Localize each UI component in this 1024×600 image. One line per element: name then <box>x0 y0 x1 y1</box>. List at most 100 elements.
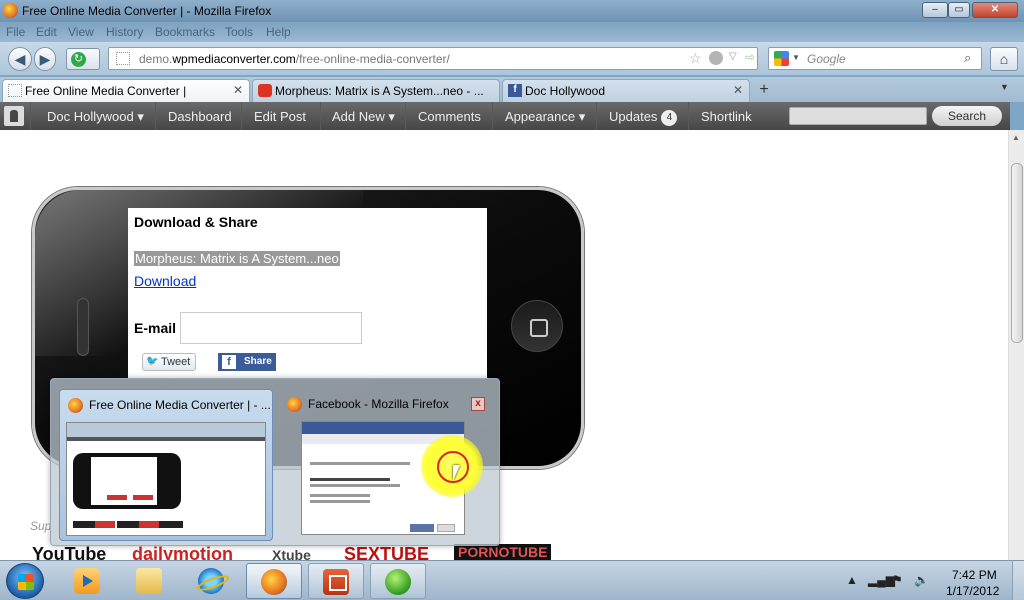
reload-icon: ↻ <box>71 52 86 67</box>
preview-title: Free Online Media Converter | - ... <box>89 398 271 412</box>
taskbar-firefox[interactable] <box>246 563 302 599</box>
close-tab-icon[interactable]: ✕ <box>233 83 243 97</box>
search-box[interactable]: ▼ Google ⌕ <box>768 47 982 70</box>
go-arrow-icon[interactable]: ⇨ <box>745 50 755 64</box>
mini-line <box>310 484 400 487</box>
preview-title: Facebook - Mozilla Firefox <box>308 397 449 411</box>
clock-time[interactable]: 7:42 PM <box>952 568 997 582</box>
sextube-logo: SEXTUBE <box>344 544 430 560</box>
taskbar-internet-explorer[interactable] <box>184 563 240 599</box>
reload-button[interactable]: ↻ <box>66 48 100 70</box>
scrollbar-thumb[interactable] <box>1011 163 1023 343</box>
tweet-button[interactable]: Tweet <box>142 353 196 371</box>
magnifier-icon[interactable]: ⌕ <box>964 50 971 66</box>
mini-toolbar <box>67 423 265 437</box>
email-label: E-mail <box>134 320 177 336</box>
tab-strip: Free Online Media Converter | ✕ Morpheus… <box>0 77 1024 102</box>
adminbar-search-input[interactable] <box>789 107 927 125</box>
youtube-logo: YouTube <box>32 544 107 560</box>
list-all-tabs-icon[interactable]: ▼ <box>1000 82 1009 92</box>
menu-file[interactable]: File <box>6 25 25 39</box>
window-title-bar: Free Online Media Converter | - Mozilla … <box>0 0 1024 22</box>
adminbar-updates[interactable]: Updates 4 <box>609 109 678 126</box>
search-placeholder[interactable]: Google <box>807 52 846 66</box>
taskbar-explorer[interactable] <box>122 563 178 599</box>
mini-adminbar <box>67 437 265 441</box>
back-button[interactable]: ◀ <box>8 47 32 71</box>
download-link[interactable]: Download <box>134 273 196 289</box>
new-tab-button[interactable]: + <box>752 81 776 101</box>
close-tab-icon[interactable]: ✕ <box>733 83 743 97</box>
adminbar-appearance[interactable]: Appearance ▾ <box>505 109 585 125</box>
pornotube-logo: PORNOTUBE <box>454 544 552 560</box>
tab-morpheus[interactable]: Morpheus: Matrix is A System...neo - ... <box>252 79 500 102</box>
mini-fb-header <box>302 422 464 434</box>
menu-help[interactable]: Help <box>266 25 291 39</box>
firefox-icon <box>261 569 287 595</box>
url-text[interactable]: demo.wpmediaconverter.com/free-online-me… <box>139 52 450 66</box>
vertical-scrollbar[interactable]: ▲ <box>1008 130 1024 560</box>
scroll-up-arrow-icon[interactable]: ▲ <box>1012 133 1020 142</box>
preview-window-media-converter[interactable]: Free Online Media Converter | - ... <box>59 389 273 541</box>
taskbar-powerpoint[interactable] <box>308 563 364 599</box>
menu-view[interactable]: View <box>68 25 94 39</box>
mini-line <box>310 478 390 481</box>
minimize-button[interactable]: – <box>922 2 948 18</box>
network-icon[interactable]: ▂▄▆ <box>868 573 895 587</box>
divider <box>320 102 321 130</box>
action-center-flag-icon[interactable]: ⚑ <box>892 573 903 587</box>
bookmark-star-icon[interactable]: ☆ <box>689 50 702 67</box>
url-dropdown-icon[interactable]: ▽ <box>729 51 737 62</box>
address-bar[interactable]: demo.wpmediaconverter.com/free-online-me… <box>108 47 758 70</box>
taskbar-media-player[interactable] <box>60 563 116 599</box>
search-engine-dropdown-icon[interactable]: ▼ <box>792 53 800 62</box>
facebook-share-button[interactable]: f Share <box>218 353 276 371</box>
xtube-logo: Xtube <box>272 547 311 560</box>
back-arrow-icon: ◀ <box>14 51 26 67</box>
adminbar-add-new[interactable]: Add New ▾ <box>332 109 395 125</box>
mini-share-button <box>410 524 434 532</box>
adminbar-search-button[interactable]: Search <box>932 106 1002 126</box>
wordpress-user-icon[interactable] <box>4 106 24 126</box>
firefox-icon <box>68 398 83 413</box>
home-button[interactable]: ⌂ <box>990 47 1018 71</box>
blank-page-icon <box>8 84 22 97</box>
close-button[interactable]: ✕ <box>972 2 1018 18</box>
menu-edit[interactable]: Edit <box>36 25 57 39</box>
adminbar-dashboard[interactable]: Dashboard <box>168 109 232 124</box>
forward-arrow-icon: ▶ <box>39 51 51 67</box>
email-field[interactable] <box>180 312 362 344</box>
menu-bookmarks[interactable]: Bookmarks <box>155 25 215 39</box>
page-status-icon <box>709 51 723 65</box>
adminbar-comments[interactable]: Comments <box>418 109 481 124</box>
forward-button[interactable]: ▶ <box>34 47 56 71</box>
adminbar-shortlink[interactable]: Shortlink <box>701 109 752 124</box>
youtube-icon <box>258 84 272 97</box>
menu-tools[interactable]: Tools <box>225 25 253 39</box>
google-icon[interactable] <box>774 51 789 66</box>
clock-date[interactable]: 1/17/2012 <box>946 584 999 598</box>
mini-button <box>107 495 127 500</box>
support-text: Sup <box>30 519 52 533</box>
adminbar-edit-post[interactable]: Edit Post <box>254 109 306 124</box>
adminbar-site-menu[interactable]: Doc Hollywood ▾ <box>47 109 144 125</box>
phone-home-button-icon <box>511 300 563 352</box>
volume-icon[interactable]: 🔈 <box>914 573 929 587</box>
windows-taskbar: ▲ ▂▄▆ ⚑ 🔈 7:42 PM 1/17/2012 <box>0 560 1024 600</box>
preview-thumbnail <box>66 422 266 536</box>
tab-media-converter[interactable]: Free Online Media Converter | ✕ <box>2 79 250 102</box>
taskbar-green-app[interactable] <box>370 563 426 599</box>
close-preview-icon[interactable]: x <box>471 397 485 411</box>
tab-doc-hollywood[interactable]: f Doc Hollywood ✕ <box>502 79 750 102</box>
menu-history[interactable]: History <box>106 25 143 39</box>
green-ball-icon <box>385 569 411 595</box>
divider <box>688 102 689 130</box>
show-desktop-button[interactable] <box>1012 561 1024 600</box>
media-player-icon <box>74 568 100 594</box>
site-identity-icon[interactable] <box>116 52 130 65</box>
maximize-button[interactable]: ▭ <box>948 2 970 18</box>
start-button[interactable] <box>6 563 44 599</box>
divider <box>155 102 156 130</box>
facebook-icon: f <box>222 355 236 369</box>
show-hidden-icons[interactable]: ▲ <box>846 573 858 587</box>
